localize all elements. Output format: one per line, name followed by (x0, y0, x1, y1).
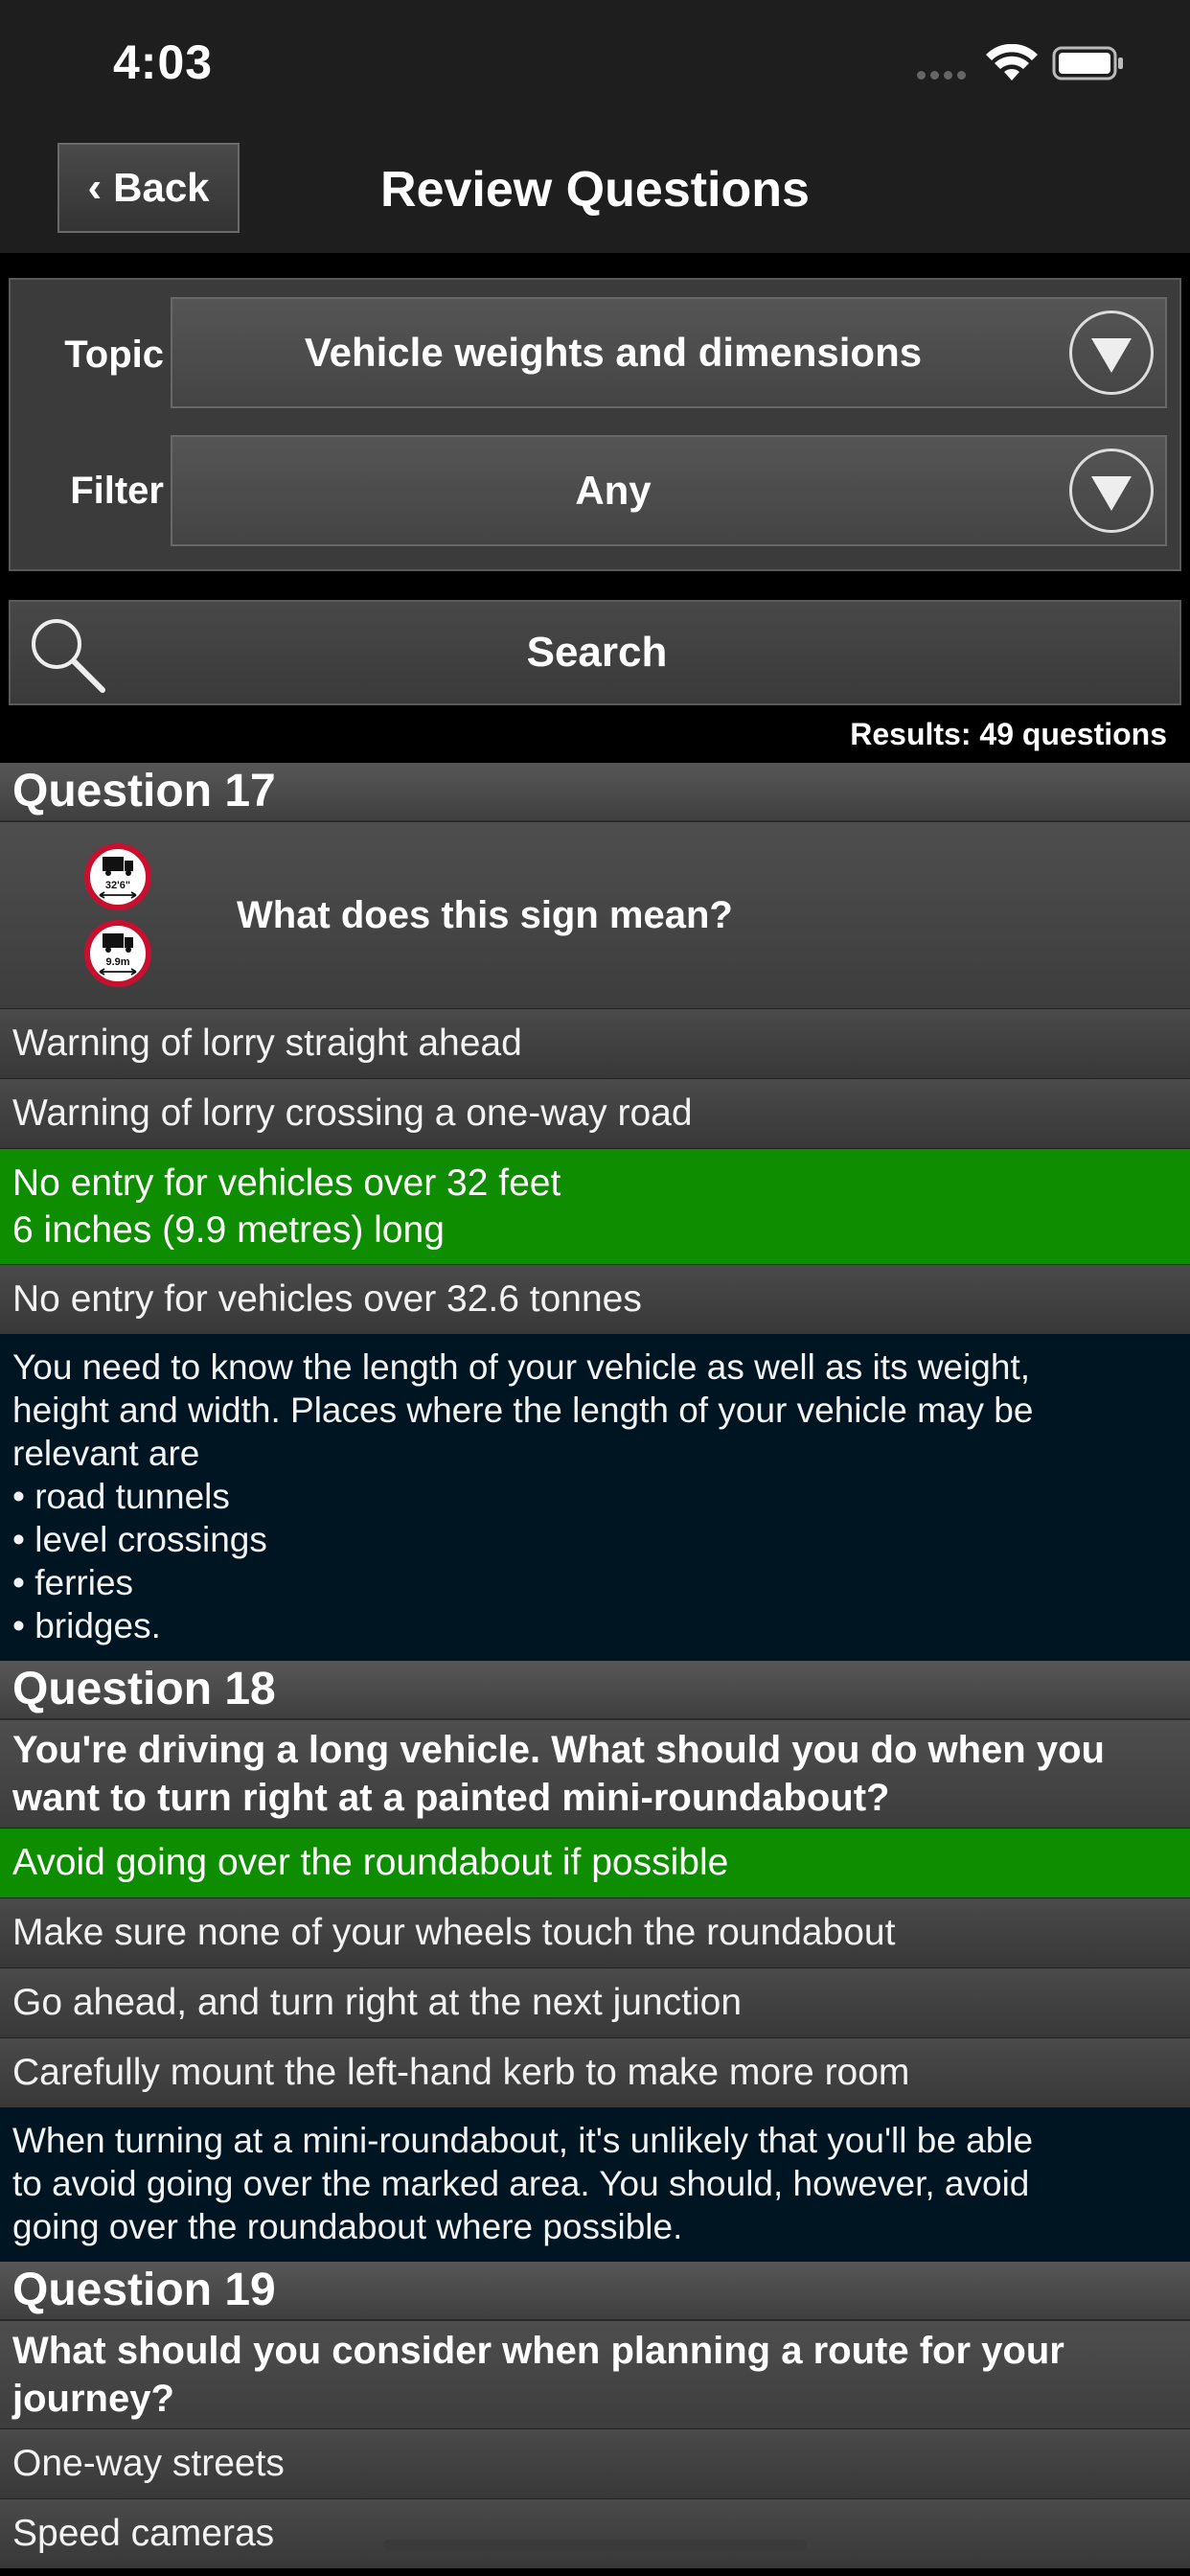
answer-option[interactable]: Warning of lorry crossing a one-way road (0, 1078, 1190, 1148)
explanation-line: • ferries (12, 1563, 134, 1602)
filter-panel: Topic Vehicle weights and dimensions Fil… (9, 278, 1181, 571)
explanation-line: You need to know the length of your vehi… (12, 1347, 1030, 1387)
home-indicator[interactable] (383, 2540, 807, 2551)
question-text: You're driving a long vehicle. What shou… (0, 1720, 1190, 1828)
dropdown-arrow-icon[interactable] (1069, 448, 1154, 533)
question-header: Question 17 (0, 763, 1190, 822)
dropdown-arrow-icon[interactable] (1069, 310, 1154, 395)
navigation-bar: ‹ Back Review Questions (0, 134, 1190, 253)
explanation-line: • level crossings (12, 1520, 267, 1559)
answer-option[interactable]: Speed cameras (0, 2498, 1190, 2568)
topic-label: Topic (64, 334, 164, 376)
answer-option-correct[interactable]: No entry for vehicles over 32 feet 6 inc… (0, 1148, 1190, 1264)
search-label: Search (526, 629, 668, 676)
results-count: Results: 49 questions (850, 717, 1167, 751)
question-list: Question 17 32'6" 9.9m What does this si… (0, 763, 1190, 2568)
answer-option[interactable]: Go ahead, and turn right at the next jun… (0, 1967, 1190, 2037)
battery-icon (1052, 46, 1123, 80)
explanation: You need to know the length of your vehi… (0, 1334, 1190, 1661)
topic-select-value: Vehicle weights and dimensions (304, 330, 923, 375)
explanation-line: • bridges. (12, 1606, 161, 1645)
answer-option[interactable]: Carefully mount the left-hand kerb to ma… (0, 2037, 1190, 2107)
filter-select[interactable]: Any (171, 435, 1167, 546)
answer-option-correct[interactable]: Avoid going over the roundabout if possi… (0, 1828, 1190, 1898)
question-text: What should you consider when planning a… (0, 2321, 1190, 2428)
topic-select[interactable]: Vehicle weights and dimensions (171, 297, 1167, 408)
question-text-row: 32'6" 9.9m What does this sign mean? (0, 822, 1190, 1008)
page-title: Review Questions (380, 162, 810, 218)
cellular-signal-icon (917, 71, 966, 80)
explanation-line: to avoid going over the marked area. You… (12, 2164, 1030, 2203)
filter-label: Filter (70, 470, 164, 512)
explanation-line: going over the roundabout where possible… (12, 2207, 683, 2246)
answer-option[interactable]: Warning of lorry straight ahead (0, 1008, 1190, 1078)
sign-images: 32'6" 9.9m (12, 843, 223, 987)
sign-label-2: 9.9m (105, 956, 129, 968)
question-header: Question 19 (0, 2262, 1190, 2321)
answer-option[interactable]: One-way streets (0, 2428, 1190, 2498)
no-long-vehicles-sign-icon: 32'6" (84, 843, 151, 910)
explanation-line: height and width. Places where the lengt… (12, 1391, 1034, 1430)
no-long-vehicles-sign-icon: 9.9m (84, 920, 151, 987)
filter-select-value: Any (575, 468, 652, 513)
question-text: What does this sign mean? (237, 894, 733, 936)
wifi-icon (986, 44, 1038, 80)
answer-option[interactable]: Make sure none of your wheels touch the … (0, 1898, 1190, 1967)
explanation-line: relevant are (12, 1434, 200, 1473)
answer-option[interactable]: No entry for vehicles over 32.6 tonnes (0, 1264, 1190, 1334)
explanation-line: When turning at a mini-roundabout, it's … (12, 2121, 1034, 2160)
explanation-line: • road tunnels (12, 1477, 230, 1516)
status-time: 4:03 (113, 35, 214, 89)
question-header: Question 18 (0, 1661, 1190, 1720)
explanation: When turning at a mini-roundabout, it's … (0, 2107, 1190, 2262)
status-bar: 4:03 (0, 0, 1190, 134)
sign-label-1: 32'6" (105, 880, 130, 891)
search-button[interactable]: Search (9, 600, 1181, 705)
